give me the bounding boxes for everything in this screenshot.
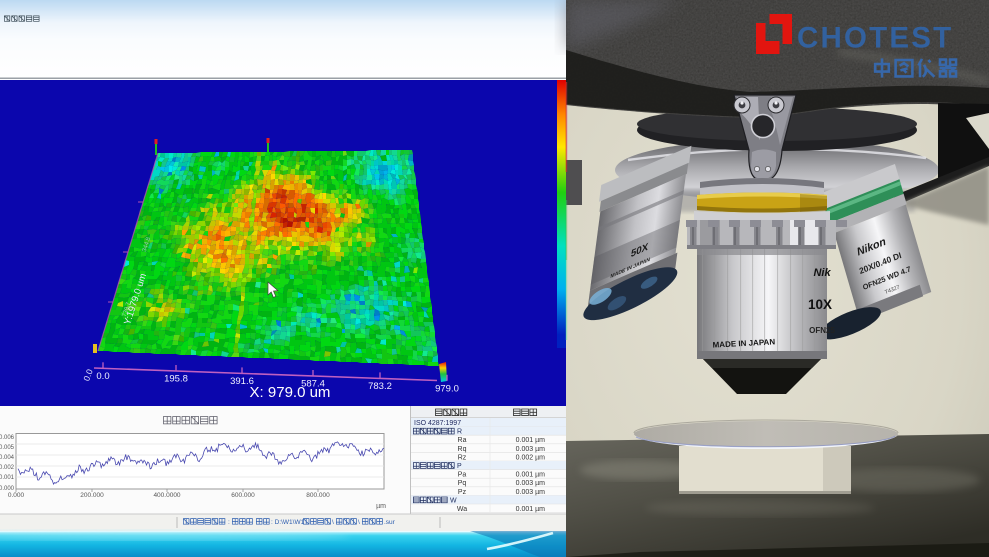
svg-text:.sur: .sur bbox=[384, 519, 396, 526]
svg-text:600.000: 600.000 bbox=[231, 492, 255, 499]
svg-text:0.003 µm: 0.003 µm bbox=[516, 489, 545, 496]
svg-text:0.004: 0.004 bbox=[0, 455, 15, 461]
svg-text:0.005: 0.005 bbox=[0, 445, 15, 451]
svg-text:OFN25: OFN25 bbox=[809, 326, 835, 335]
svg-text:Rz: Rz bbox=[458, 454, 467, 461]
svg-text:P: P bbox=[457, 463, 462, 470]
svg-text:800.000: 800.000 bbox=[306, 492, 330, 499]
svg-text:: D:\W1\W1: : D:\W1\W1 bbox=[271, 519, 305, 526]
svg-text:X: 979.0 um: X: 979.0 um bbox=[250, 384, 331, 401]
svg-text:W: W bbox=[450, 497, 457, 504]
svg-text:200.000: 200.000 bbox=[80, 492, 104, 499]
svg-text:0.002 µm: 0.002 µm bbox=[516, 454, 545, 461]
svg-text:0.002: 0.002 bbox=[0, 465, 15, 471]
svg-text:\: \ bbox=[358, 519, 360, 526]
svg-text:0.003 µm: 0.003 µm bbox=[516, 480, 545, 487]
svg-text:0.001 µm: 0.001 µm bbox=[516, 506, 545, 513]
svg-text:Rq: Rq bbox=[458, 446, 467, 453]
svg-text:0.001: 0.001 bbox=[0, 475, 15, 481]
svg-text::: : bbox=[228, 519, 230, 526]
svg-text:783.2: 783.2 bbox=[368, 381, 392, 392]
svg-text:µm: µm bbox=[376, 503, 386, 510]
svg-text:CHOTEST: CHOTEST bbox=[797, 22, 953, 55]
svg-text:R: R bbox=[457, 429, 462, 436]
svg-text:195.8: 195.8 bbox=[164, 374, 188, 385]
svg-text:400.0000: 400.0000 bbox=[153, 492, 180, 499]
svg-text:\: \ bbox=[332, 519, 334, 526]
svg-text:0.006: 0.006 bbox=[0, 435, 15, 441]
svg-text:0.001 µm: 0.001 µm bbox=[516, 437, 545, 444]
svg-text:Pq: Pq bbox=[458, 480, 467, 487]
svg-text:Pz: Pz bbox=[458, 489, 467, 496]
svg-text:0.000: 0.000 bbox=[8, 492, 25, 499]
svg-text:Ra: Ra bbox=[458, 437, 467, 444]
svg-text:0.0: 0.0 bbox=[96, 371, 109, 382]
svg-text:979.0: 979.0 bbox=[435, 383, 459, 394]
svg-text:ISO 4287:1997: ISO 4287:1997 bbox=[414, 420, 461, 427]
svg-text:Pa: Pa bbox=[458, 472, 467, 479]
svg-text:0.003 µm: 0.003 µm bbox=[516, 446, 545, 453]
svg-text:Wa: Wa bbox=[457, 506, 467, 513]
svg-text:0.001 µm: 0.001 µm bbox=[516, 472, 545, 479]
svg-text:10X: 10X bbox=[808, 297, 832, 312]
svg-text:Nik: Nik bbox=[813, 267, 831, 279]
